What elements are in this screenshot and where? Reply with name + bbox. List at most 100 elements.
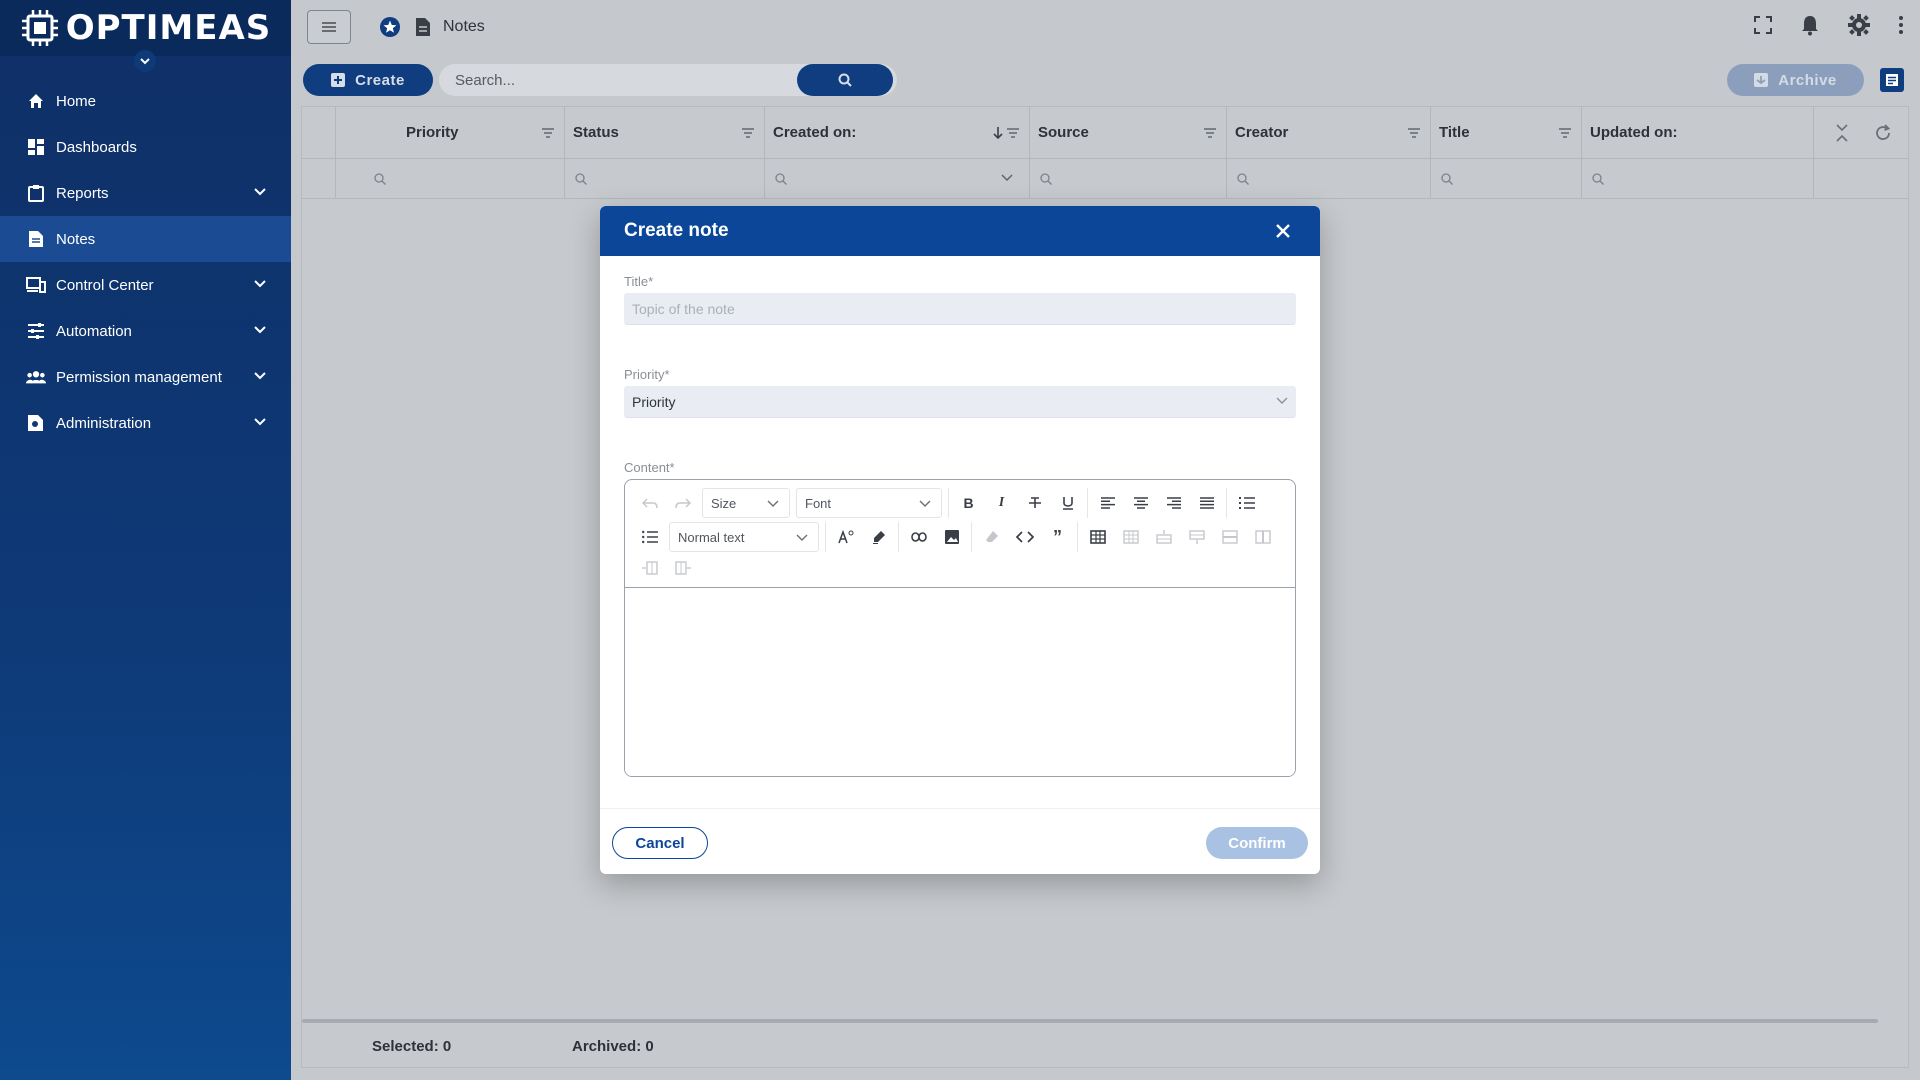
underline-button[interactable]	[1051, 489, 1084, 517]
redo-button[interactable]	[666, 489, 699, 517]
insert-table-button[interactable]	[1081, 523, 1114, 551]
confirm-button[interactable]: Confirm	[1206, 827, 1308, 859]
notes-view-button[interactable]	[1880, 68, 1904, 92]
insert-link-button[interactable]	[902, 523, 935, 551]
collapse-icon[interactable]	[1836, 123, 1848, 142]
filter-icon[interactable]	[542, 127, 554, 138]
highlight-button[interactable]	[862, 523, 895, 551]
delete-row-button[interactable]	[1213, 523, 1246, 551]
title-field[interactable]: Topic of the note	[624, 293, 1296, 325]
filter-icon[interactable]	[1559, 127, 1571, 138]
menu-toggle-button[interactable]	[307, 10, 351, 44]
filter-icon[interactable]	[742, 127, 754, 138]
devices-icon	[26, 275, 46, 295]
align-left-button[interactable]	[1091, 489, 1124, 517]
bold-button[interactable]: B	[952, 489, 985, 517]
insert-column-left-button[interactable]	[633, 554, 666, 582]
block-format-select[interactable]: Normal text	[669, 522, 819, 552]
insert-row-below-button[interactable]	[1180, 523, 1213, 551]
brand-logo[interactable]: OPTIMEAS	[20, 8, 272, 48]
chip-logo-icon	[21, 10, 58, 46]
search-input[interactable]	[439, 71, 779, 89]
favorite-star-icon[interactable]	[379, 16, 401, 38]
bell-icon[interactable]	[1800, 14, 1820, 36]
column-header-label: Status	[573, 124, 619, 141]
insert-row-above-button[interactable]	[1147, 523, 1180, 551]
chevron-down-icon[interactable]	[253, 323, 267, 337]
font-size-select-value: Size	[711, 495, 737, 511]
filter-cell-updated-on[interactable]	[1582, 159, 1814, 198]
column-header-created-on[interactable]: Created on:	[765, 107, 1030, 158]
sidebar-item-control-center[interactable]: Control Center	[0, 262, 291, 308]
filter-cell-status[interactable]	[565, 159, 765, 198]
font-color-button[interactable]	[829, 523, 862, 551]
font-size-select[interactable]: Size	[702, 488, 790, 518]
filter-icon[interactable]	[1408, 127, 1420, 138]
align-right-button[interactable]	[1157, 489, 1190, 517]
sidebar-item-administration[interactable]: Administration	[0, 400, 291, 446]
sidebar-item-home[interactable]: Home	[0, 78, 291, 124]
create-button[interactable]: Create	[303, 64, 433, 96]
column-header-updated-on[interactable]: Updated on:	[1582, 107, 1814, 158]
close-icon[interactable]	[1274, 222, 1292, 240]
blockquote-button[interactable]: ”	[1041, 523, 1074, 551]
italic-button[interactable]: I	[985, 489, 1018, 517]
cancel-button[interactable]: Cancel	[612, 827, 708, 859]
plus-box-icon	[331, 73, 346, 87]
align-justify-button[interactable]	[1190, 489, 1223, 517]
fullscreen-icon[interactable]	[1754, 16, 1772, 34]
filter-cell-source[interactable]	[1030, 159, 1227, 198]
chevron-down-icon[interactable]	[1001, 173, 1013, 183]
sidebar-item-permission-management[interactable]: Permission management	[0, 354, 291, 400]
sidebar-item-reports[interactable]: Reports	[0, 170, 291, 216]
insert-column-right-button[interactable]	[666, 554, 699, 582]
priority-select[interactable]: Priority	[624, 386, 1296, 418]
chevron-down-icon[interactable]	[253, 415, 267, 429]
sidebar-item-dashboards[interactable]: Dashboards	[0, 124, 291, 170]
archive-button[interactable]: Archive	[1727, 64, 1864, 96]
grid-filter-row	[302, 159, 1908, 199]
filter-icon[interactable]	[1204, 127, 1216, 138]
font-family-select-value: Font	[805, 495, 832, 511]
strikethrough-button[interactable]	[1018, 489, 1051, 517]
dialog-body: Title* Topic of the note Priority* Prior…	[600, 256, 1320, 777]
chevron-down-icon[interactable]	[253, 277, 267, 291]
column-header-priority[interactable]: Priority	[336, 107, 565, 158]
column-header-title[interactable]: Title	[1431, 107, 1582, 158]
column-header-status[interactable]: Status	[565, 107, 765, 158]
insert-image-button[interactable]	[935, 523, 968, 551]
font-family-select[interactable]: Font	[796, 488, 942, 518]
more-vertical-icon[interactable]	[1898, 15, 1904, 35]
clear-format-button[interactable]	[975, 523, 1008, 551]
sidebar-item-notes[interactable]: Notes	[0, 216, 291, 262]
chevron-down-icon[interactable]	[253, 185, 267, 199]
column-header-source[interactable]: Source	[1030, 107, 1227, 158]
grid-select-column[interactable]	[302, 107, 336, 158]
refresh-icon[interactable]	[1874, 123, 1892, 142]
ordered-list-button[interactable]	[1230, 489, 1263, 517]
align-center-button[interactable]	[1124, 489, 1157, 517]
horizontal-scrollbar[interactable]	[302, 1019, 1878, 1023]
sidebar-item-label: Reports	[56, 184, 109, 202]
delete-column-button[interactable]	[1246, 523, 1279, 551]
code-icon	[1015, 531, 1034, 543]
search-button[interactable]	[797, 64, 893, 96]
filter-cell-creator[interactable]	[1227, 159, 1431, 198]
code-view-button[interactable]	[1008, 523, 1041, 551]
logo-area: OPTIMEAS	[0, 0, 291, 72]
sidebar-item-automation[interactable]: Automation	[0, 308, 291, 354]
gear-icon[interactable]	[1848, 14, 1870, 36]
column-header-creator[interactable]: Creator	[1227, 107, 1431, 158]
editor-content-area[interactable]	[625, 588, 1295, 776]
filter-cell-title[interactable]	[1431, 159, 1582, 198]
sidebar-collapse-toggle[interactable]	[134, 50, 156, 72]
undo-button[interactable]	[633, 489, 666, 517]
chevron-down-icon[interactable]	[253, 369, 267, 383]
filter-cell-created-on[interactable]	[765, 159, 1030, 198]
filter-cell-priority[interactable]	[336, 159, 565, 198]
filter-icon[interactable]	[1007, 127, 1019, 138]
highlighter-icon	[872, 531, 885, 544]
bullet-list-button[interactable]	[633, 523, 666, 551]
table-cell-props-button[interactable]	[1114, 523, 1147, 551]
sort-descending-icon[interactable]	[993, 126, 1003, 140]
